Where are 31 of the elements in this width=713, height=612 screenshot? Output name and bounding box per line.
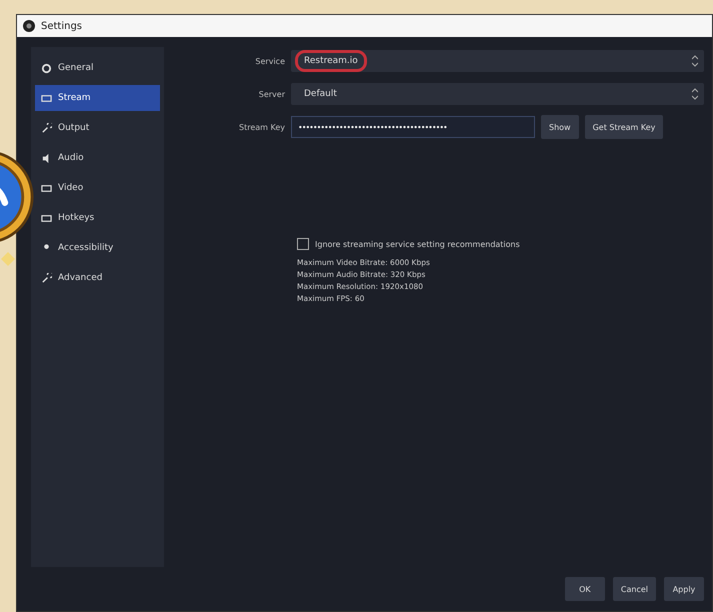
field-label: Server bbox=[258, 90, 285, 98]
dropdown-field[interactable]: Default bbox=[291, 83, 704, 105]
spinner-arrows-icon bbox=[692, 55, 698, 67]
sparkle-icon bbox=[1, 252, 15, 266]
sidebar-item[interactable]: Accessibility bbox=[35, 235, 160, 261]
checkbox-label: Ignore streaming service setting recommendations bbox=[315, 240, 520, 248]
dialog-button[interactable]: Cancel bbox=[612, 577, 656, 601]
sidebar-item[interactable]: Advanced bbox=[35, 265, 160, 291]
dialog-button[interactable]: OK bbox=[564, 577, 605, 601]
sidebar-item[interactable]: Output bbox=[35, 115, 160, 141]
gear-icon bbox=[41, 62, 52, 74]
selected-value: Default bbox=[303, 88, 338, 101]
window-title: Settings bbox=[41, 20, 82, 32]
field-label: Stream Key bbox=[238, 122, 285, 132]
monitor-icon bbox=[41, 182, 52, 194]
sidebar-item[interactable]: General bbox=[35, 55, 160, 81]
sidebar-item[interactable]: Audio bbox=[35, 145, 160, 171]
spinner-arrows-icon bbox=[692, 88, 698, 100]
field-label: Service bbox=[254, 56, 285, 66]
dropdown-field[interactable]: Restream.io bbox=[291, 50, 704, 72]
checkbox[interactable] bbox=[297, 238, 309, 250]
form-button[interactable]: Get Stream Key bbox=[584, 115, 664, 139]
wrench-icon bbox=[41, 272, 52, 284]
sidebar-item[interactable]: Video bbox=[35, 175, 160, 201]
sidebar-item[interactable]: Hotkeys bbox=[35, 205, 160, 231]
app-logo-icon bbox=[23, 20, 35, 32]
dialog-button[interactable]: Apply bbox=[664, 577, 704, 601]
selected-value: Restream.io bbox=[295, 50, 367, 72]
sidebar-item[interactable]: Stream bbox=[35, 85, 160, 111]
stream-key-field[interactable]: •••••••••••••••••••••••••••••••••••••••• bbox=[291, 116, 535, 138]
form-button[interactable]: Show bbox=[541, 115, 579, 139]
